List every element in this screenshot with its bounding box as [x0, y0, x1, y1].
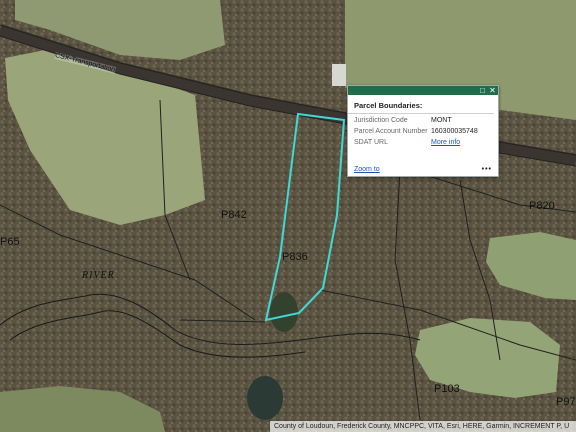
popup-row-key: Jurisdiction Code — [354, 117, 408, 124]
popup-row: Jurisdiction Code MONT — [348, 114, 498, 125]
maximize-icon[interactable]: □ — [478, 86, 487, 95]
more-info-link[interactable]: More info — [431, 139, 460, 147]
close-icon[interactable]: ✕ — [488, 86, 497, 95]
building — [332, 64, 346, 86]
parcel-label: P103 — [434, 383, 460, 395]
parcel-label: P820 — [529, 200, 555, 212]
popup-row-value: 160300035748 — [431, 128, 478, 135]
map-attribution: County of Loudoun, Frederick County, MNC… — [270, 421, 576, 432]
popup-row-value: MONT — [431, 117, 452, 124]
parcel-label: P97 — [556, 396, 576, 408]
parcel-label: P842 — [221, 209, 247, 221]
popup-row-key: SDAT URL — [354, 139, 388, 146]
river-label: RIVER — [82, 270, 115, 281]
parcel-popup: □ ✕ Parcel Boundaries: Jurisdiction Code… — [347, 85, 499, 177]
pond — [247, 376, 283, 420]
popup-footer: Zoom to ••• — [354, 166, 492, 173]
parcel-label: P836 — [282, 251, 308, 263]
pond-small — [270, 292, 298, 332]
popup-row: Parcel Account Number 160300035748 — [348, 125, 498, 136]
parcel-label: P65 — [0, 236, 20, 248]
popup-title: Parcel Boundaries: — [348, 95, 494, 114]
popup-titlebar: □ ✕ — [348, 86, 498, 95]
popup-row-key: Parcel Account Number — [354, 128, 428, 135]
more-options-icon[interactable]: ••• — [482, 166, 492, 173]
zoom-to-link[interactable]: Zoom to — [354, 166, 380, 173]
popup-row: SDAT URL More info — [348, 136, 498, 147]
